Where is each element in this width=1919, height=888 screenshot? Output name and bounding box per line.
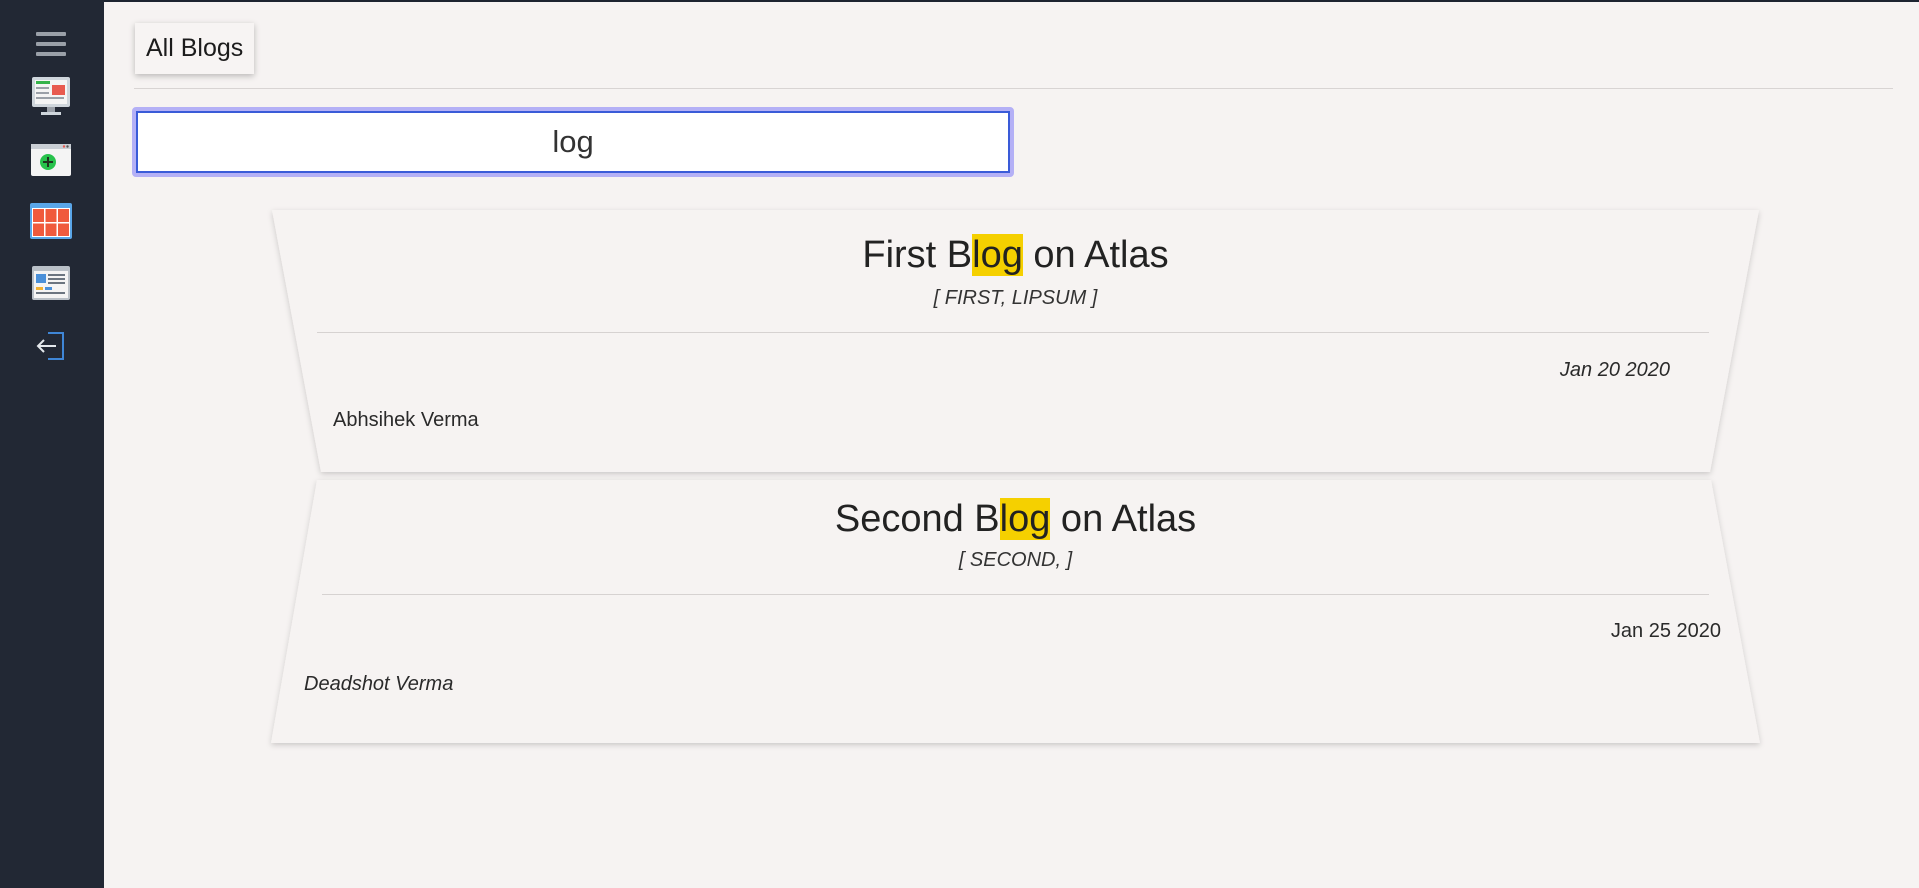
blog-card-divider [322,594,1709,595]
blog-tags: [ SECOND, ] [958,549,1073,571]
blog-card-divider [317,332,1709,333]
header-divider [134,88,1893,89]
search-input[interactable] [136,111,1010,173]
blog-title-text-end: on Atlas [1050,498,1197,540]
menu-toggle-button[interactable] [28,21,74,67]
menu-icon [36,32,66,56]
blog-title[interactable]: Second Blog on Atlas [267,498,1764,541]
logout-icon [36,332,64,360]
all-blogs-tab-label: All Blogs [146,34,244,62]
blog-author: Abhsihek Verma [333,409,479,431]
add-blog-icon [31,144,71,176]
sidebar [0,0,104,888]
article-view-icon [32,266,70,300]
blog-tags: [ FIRST, LIPSUM ] [933,287,1098,309]
search-match-highlight: log [972,234,1023,276]
all-blogs-tab[interactable]: All Blogs [135,23,255,74]
blog-card[interactable]: First Blog on Atlas [ FIRST, LIPSUM ] Ja… [272,209,1759,475]
grid-view-icon [30,203,72,239]
search-match-highlight: log [999,498,1051,540]
sidebar-item-article[interactable] [28,260,74,306]
sidebar-item-add-blog[interactable] [28,136,74,182]
blog-date: Jan 25 2020 [1610,620,1721,642]
main-content: All Blogs First Blog on Atlas [ FIRST, L… [104,0,1919,888]
sidebar-item-logout[interactable] [28,323,74,369]
sidebar-item-dashboard[interactable] [28,73,74,119]
blog-title-text: Second B [834,498,1000,540]
blog-author: Deadshot Verma [304,673,454,695]
blog-title-text-end: on Atlas [1022,234,1169,276]
blog-title-text: First B [862,234,973,276]
search-field-wrapper [132,107,1014,177]
dashboard-monitor-icon [32,77,70,115]
blog-title[interactable]: First Blog on Atlas [272,234,1759,277]
blog-date: Jan 20 2020 [1559,359,1670,381]
sidebar-item-all-blogs[interactable] [28,198,74,244]
blog-card[interactable]: Second Blog on Atlas [ SECOND, ] Jan 25 … [267,478,1764,746]
